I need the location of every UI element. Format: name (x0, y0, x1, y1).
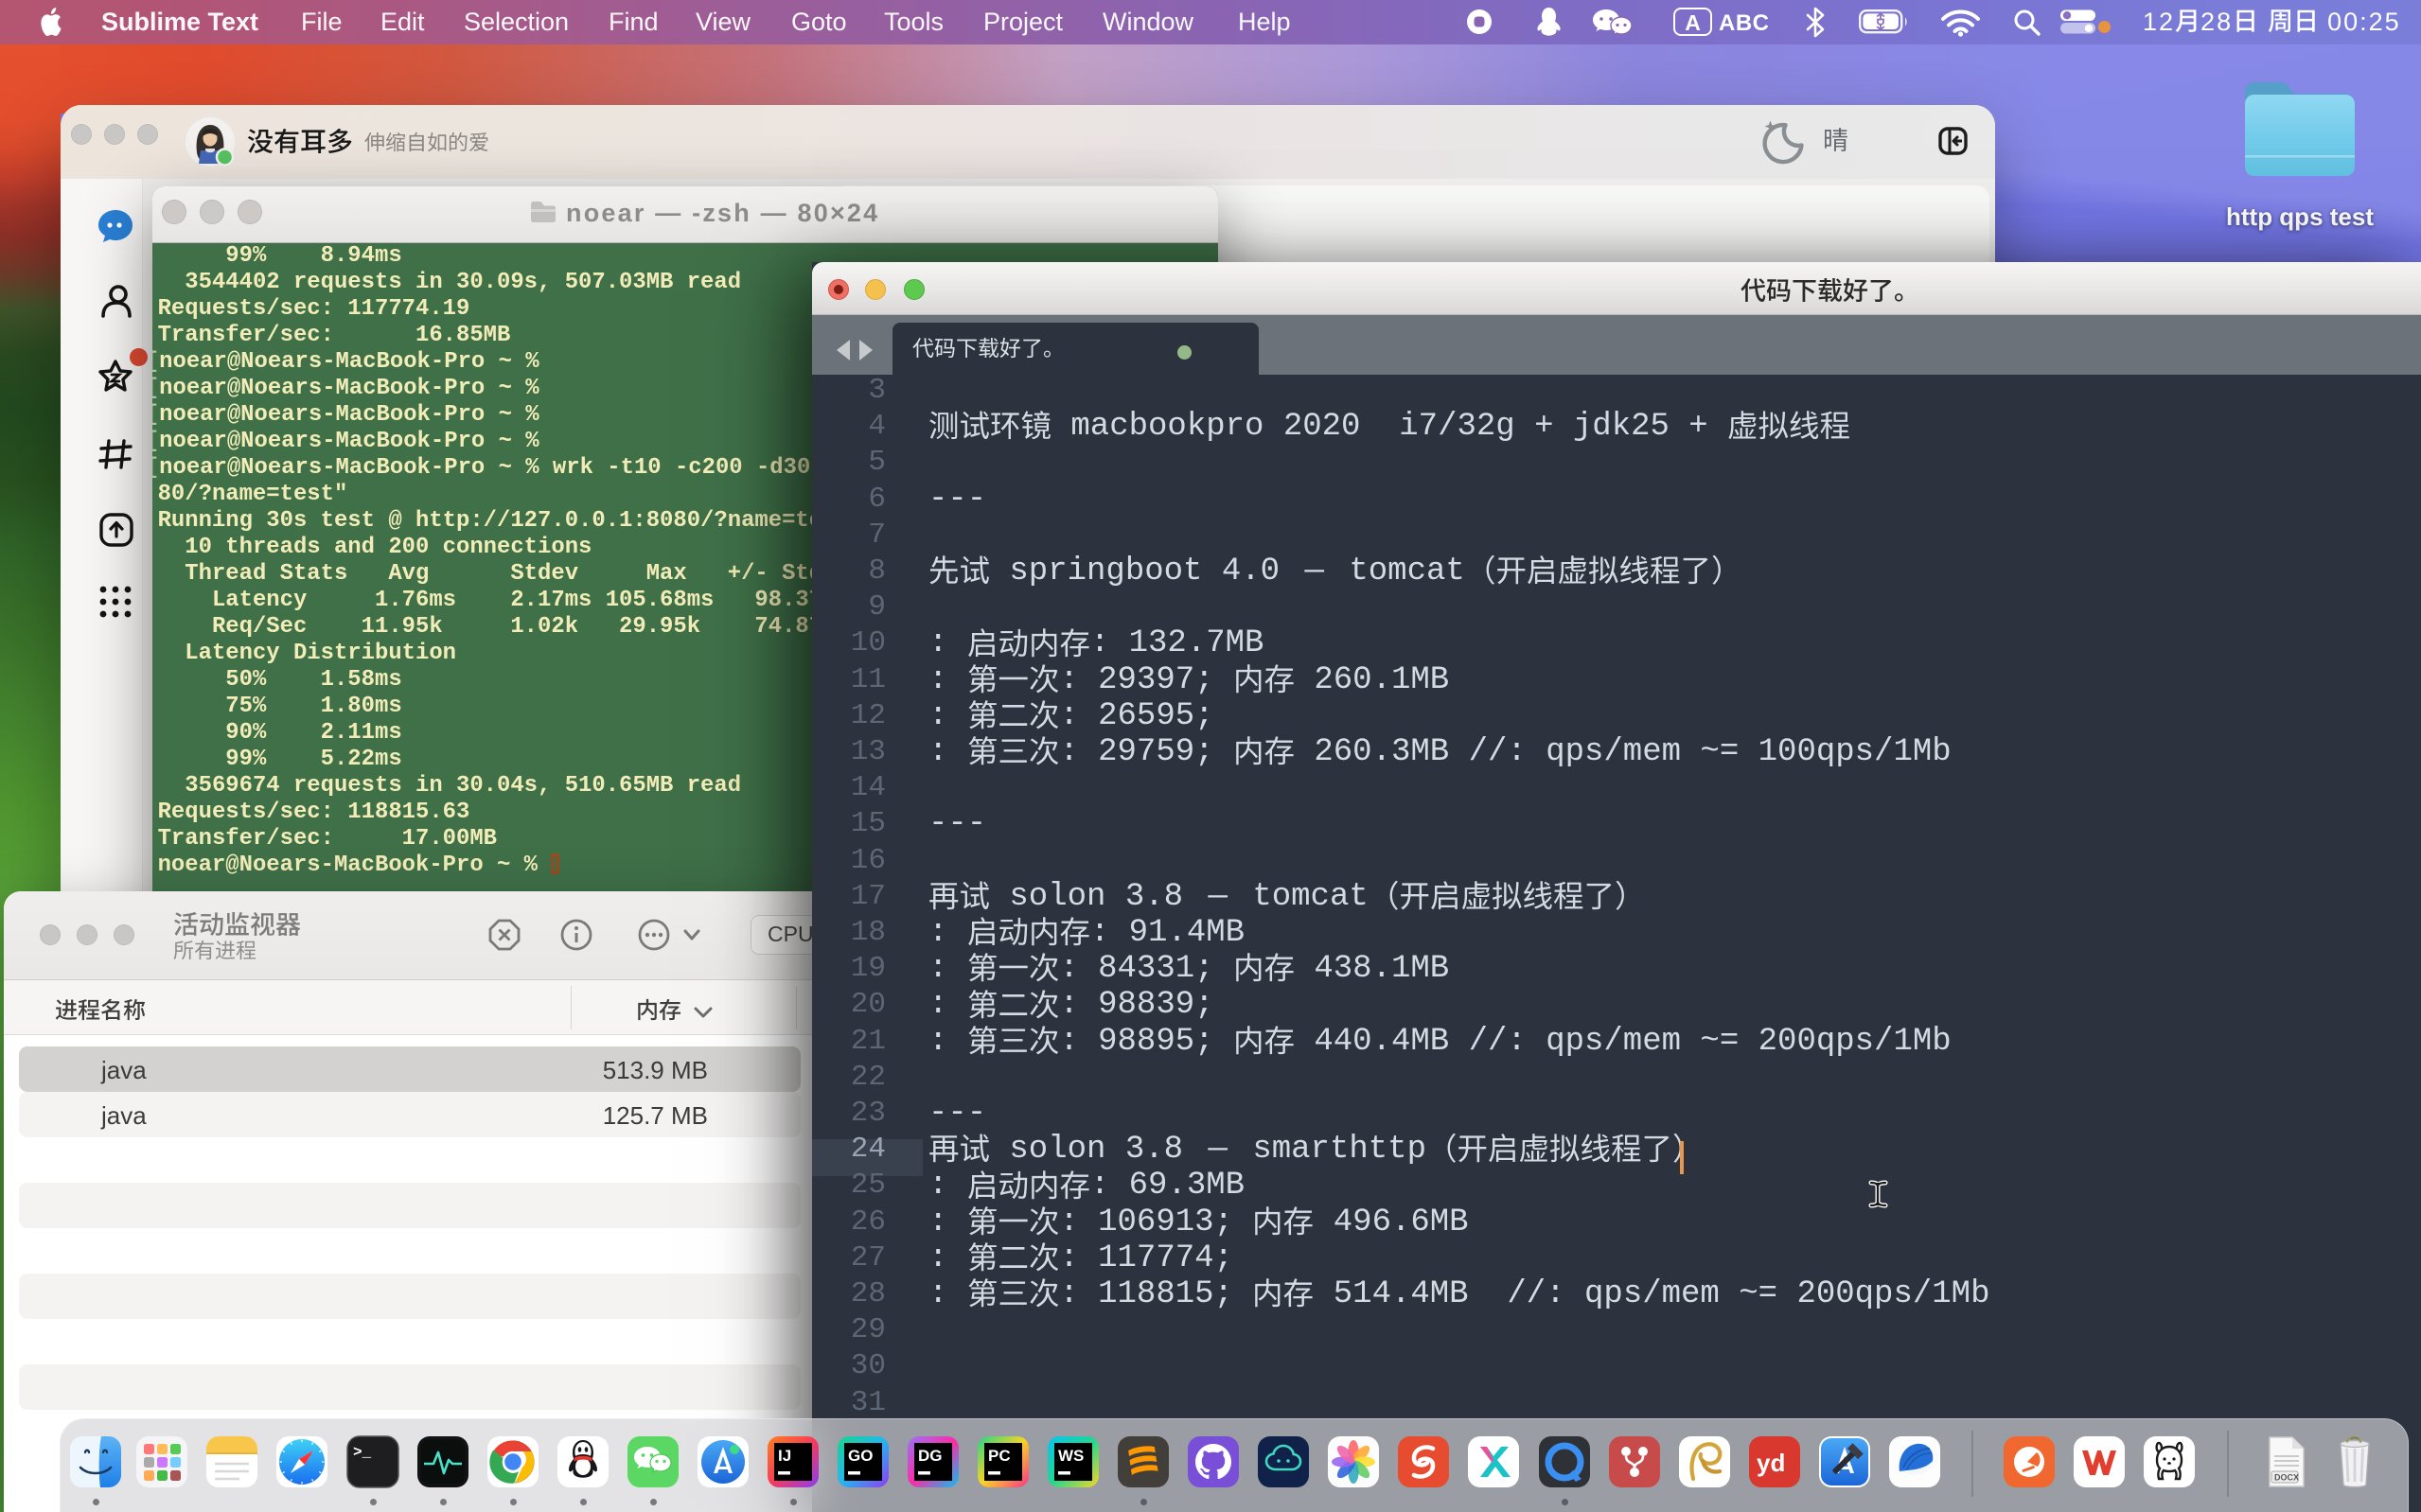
svg-text:WS: WS (1058, 1447, 1084, 1465)
svg-text:PC: PC (988, 1447, 1011, 1465)
svg-text:DG: DG (918, 1447, 943, 1465)
svg-text:>_: >_ (353, 1444, 372, 1461)
svg-text:yd: yd (1757, 1449, 1785, 1477)
svg-text:DOCX: DOCX (2274, 1473, 2299, 1483)
svg-text:GO: GO (848, 1447, 873, 1465)
svg-text:IJ: IJ (778, 1447, 791, 1465)
